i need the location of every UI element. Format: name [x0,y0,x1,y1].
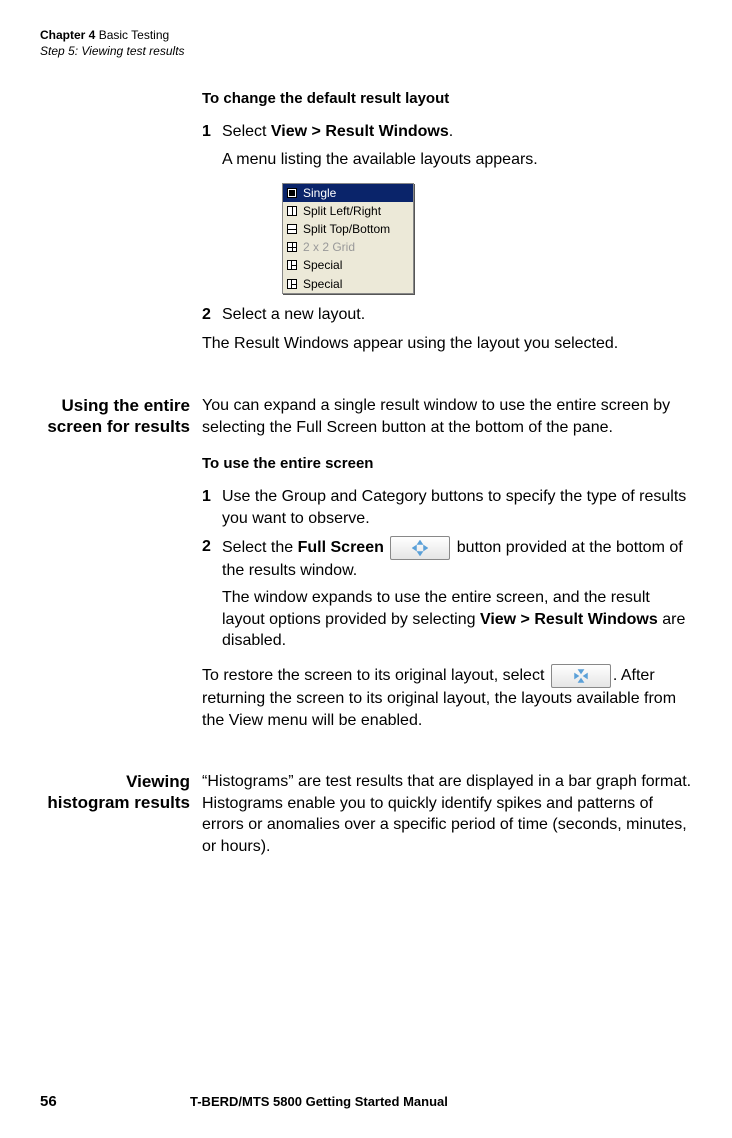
menu-path: View > Result Windows [271,123,449,140]
section-closing: The Result Windows appear using the layo… [202,333,692,355]
layout-menu-label: 2 x 2 Grid [303,239,355,255]
subhead-change-layout: To change the default result layout [202,89,692,109]
chapter-title: Basic Testing [99,28,169,42]
step-1: 1 Use the Group and Category buttons to … [202,486,692,529]
text: Select [222,123,271,140]
step-text: Select a new layout. [222,304,692,326]
menu-path: View > Result Windows [480,611,658,628]
section-change-layout: To change the default result layout 1 Se… [40,89,692,363]
layout-icon [287,242,297,252]
step-text: Use the Group and Category buttons to sp… [222,486,692,529]
step-text: Select View > Result Windows. [222,121,692,143]
layout-icon [287,206,297,216]
layout-menu-label: Single [303,185,336,201]
layout-menu-item[interactable]: Single [283,184,413,202]
step-2-result: The window expands to use the entire scr… [222,587,692,652]
step-number: 2 [202,536,222,582]
layout-menu-item[interactable]: Split Left/Right [283,202,413,220]
button-name: Full Screen [298,539,384,556]
step-2: 2 Select the Full Screen [202,536,692,582]
step-1: 1 Select View > Result Windows. [202,121,692,143]
fullscreen-collapse-icon [551,664,611,688]
text: . [449,123,453,140]
manual-title: T-BERD/MTS 5800 Getting Started Manual [190,1094,448,1109]
chapter-label: Chapter 4 [40,28,95,42]
section-histogram: Viewing histogram results “Histograms” a… [40,771,692,865]
restore-text: To restore the screen to its original la… [202,664,692,731]
step-number: 1 [202,486,222,529]
layout-menu-label: Split Top/Bottom [303,221,390,237]
layout-menu-item[interactable]: Split Top/Bottom [283,220,413,238]
layout-icon [287,224,297,234]
histogram-body: “Histograms” are test results that are d… [202,771,692,857]
text: Select the [222,539,298,556]
layout-menu-figure: Single Split Left/Right Split Top/Bottom 2 … [282,183,414,294]
layout-menu-item[interactable]: 2 x 2 Grid [283,238,413,256]
fullscreen-expand-icon [390,536,450,560]
page-header: Chapter 4 Basic Testing Step 5: Viewing … [0,0,732,59]
step-line: Step 5: Viewing test results [40,44,692,60]
layout-menu-item[interactable]: Special [283,256,413,274]
step-text: Select the Full Screen button provided a… [222,536,692,582]
section-label: Using the entire screen for results [40,395,202,739]
layout-menu-label: Special [303,257,342,273]
layout-menu-label: Special [303,276,342,292]
step-1-result: A menu listing the available layouts app… [222,149,692,171]
layout-menu-item[interactable]: Special [283,275,413,293]
subhead-use-entire: To use the entire screen [202,454,692,474]
layout-icon [287,188,297,198]
section-label: Viewing histogram results [40,771,202,865]
layout-menu-label: Split Left/Right [303,203,381,219]
step-2: 2 Select a new layout. [202,304,692,326]
chapter-line: Chapter 4 Basic Testing [40,28,692,44]
step-number: 2 [202,304,222,326]
layout-icon [287,279,297,289]
page-number: 56 [40,1093,190,1110]
intro-text: You can expand a single result window to… [202,395,692,438]
page-footer: 56 T-BERD/MTS 5800 Getting Started Manua… [40,1093,692,1110]
text: To restore the screen to its original la… [202,667,549,684]
layout-icon [287,260,297,270]
section-fullscreen: Using the entire screen for results You … [40,395,692,739]
step-number: 1 [202,121,222,143]
